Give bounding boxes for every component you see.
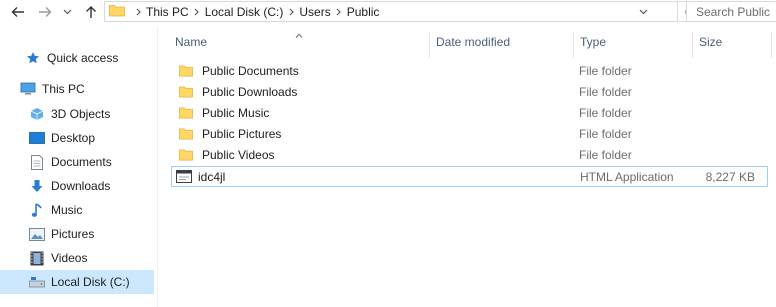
file-row[interactable]: Public Documents File folder <box>171 61 768 82</box>
nav-item-label: Music <box>51 203 83 217</box>
nav-item-label: This PC <box>42 82 85 96</box>
column-divider[interactable] <box>692 32 693 58</box>
file-type: File folder <box>579 126 632 141</box>
music-note-icon <box>29 202 45 218</box>
column-header-date-modified[interactable]: Date modified <box>436 26 510 58</box>
nav-item-label: Desktop <box>51 131 96 145</box>
address-bar[interactable]: This PC Local Disk (C:) Users Public <box>104 1 678 22</box>
search-input[interactable]: Search Public <box>686 1 776 22</box>
file-type: File folder <box>579 147 632 162</box>
up-button[interactable] <box>83 0 99 24</box>
navigation-pane-divider[interactable] <box>157 26 158 307</box>
column-divider[interactable] <box>771 32 772 58</box>
nav-item-label: Pictures <box>51 227 95 241</box>
arrow-left-icon <box>11 7 24 17</box>
documents-icon <box>29 154 45 170</box>
breadcrumb-separator-icon[interactable] <box>284 8 298 16</box>
star-icon <box>25 50 41 66</box>
nav-item-label: Quick access <box>47 51 119 65</box>
file-name: Public Downloads <box>202 84 298 99</box>
folder-icon <box>179 148 193 162</box>
file-name: Public Music <box>202 105 270 120</box>
breadcrumb-public[interactable]: Public <box>346 5 381 19</box>
download-arrow-icon <box>29 178 45 194</box>
breadcrumb-users[interactable]: Users <box>298 5 331 19</box>
folder-icon <box>179 85 193 99</box>
nav-item-label: Videos <box>51 251 88 265</box>
file-name: Public Pictures <box>202 126 282 141</box>
file-row[interactable]: Public Videos File folder <box>171 145 768 166</box>
nav-item-videos[interactable]: Videos <box>0 246 183 270</box>
folder-icon <box>179 127 193 141</box>
nav-item-pictures[interactable]: Pictures <box>0 222 183 246</box>
folder-icon <box>179 64 193 78</box>
column-divider[interactable] <box>573 32 574 58</box>
search-placeholder: Search Public <box>696 4 771 19</box>
navigation-toolbar: This PC Local Disk (C:) Users Public Sea… <box>0 0 776 26</box>
file-row[interactable]: Public Downloads File folder <box>171 82 768 103</box>
column-header-type[interactable]: Type <box>580 26 606 58</box>
nav-item-this-pc[interactable]: This PC <box>0 77 174 101</box>
forward-button[interactable] <box>36 0 54 24</box>
file-type: File folder <box>579 63 632 78</box>
cube-icon <box>29 106 45 122</box>
back-button[interactable] <box>9 0 27 24</box>
file-type: File folder <box>579 84 632 99</box>
desktop-icon <box>29 130 45 146</box>
navigation-pane: Quick access This PC 3D Objects Desktop … <box>0 26 159 307</box>
nav-item-quick-access[interactable]: Quick access <box>0 46 179 70</box>
file-name: Public Videos <box>202 147 275 162</box>
file-row[interactable]: Public Music File folder <box>171 103 768 124</box>
file-row[interactable]: idc4jl HTML Application 8,227 KB <box>171 166 768 187</box>
column-header-size[interactable]: Size <box>699 26 722 58</box>
nav-item-label: Documents <box>51 155 112 169</box>
nav-item-documents[interactable]: Documents <box>0 150 183 174</box>
nav-item-label: 3D Objects <box>51 107 111 121</box>
chevron-down-icon <box>63 9 71 15</box>
nav-item-label: Downloads <box>51 179 111 193</box>
nav-item-3d-objects[interactable]: 3D Objects <box>0 102 183 126</box>
address-history-dropdown[interactable] <box>635 2 651 21</box>
folder-icon <box>179 106 193 120</box>
arrow-right-icon <box>39 7 52 17</box>
file-name: Public Documents <box>202 63 299 78</box>
nav-item-label: Local Disk (C:) <box>51 275 130 289</box>
sort-ascending-icon <box>295 27 303 41</box>
breadcrumb-separator-icon[interactable] <box>131 8 145 16</box>
folder-icon <box>109 3 125 20</box>
breadcrumb-local-disk[interactable]: Local Disk (C:) <box>204 5 285 19</box>
recent-locations-button[interactable] <box>61 0 73 24</box>
file-name: idc4jl <box>198 169 226 184</box>
file-row[interactable]: Public Pictures File folder <box>171 124 768 145</box>
breadcrumb-separator-icon[interactable] <box>332 8 346 16</box>
computer-icon <box>20 81 36 97</box>
file-list: Name Date modified Type Size Public Docu… <box>159 26 776 307</box>
hta-window-icon <box>176 170 192 184</box>
arrow-up-icon <box>86 6 96 18</box>
breadcrumb-separator-icon[interactable] <box>190 8 204 16</box>
breadcrumb-this-pc[interactable]: This PC <box>145 5 190 19</box>
nav-item-desktop[interactable]: Desktop <box>0 126 183 150</box>
nav-item-music[interactable]: Music <box>0 198 183 222</box>
drive-icon <box>29 274 45 290</box>
file-size: 8,227 KB <box>705 169 755 184</box>
pictures-icon <box>29 226 45 242</box>
chevron-down-icon <box>639 9 647 14</box>
column-divider[interactable] <box>429 32 430 58</box>
file-type: File folder <box>579 105 632 120</box>
file-type: HTML Application <box>580 169 674 184</box>
nav-item-local-disk[interactable]: Local Disk (C:) <box>0 270 154 294</box>
column-header-name[interactable]: Name <box>175 26 207 58</box>
nav-item-downloads[interactable]: Downloads <box>0 174 183 198</box>
film-icon <box>29 250 45 266</box>
